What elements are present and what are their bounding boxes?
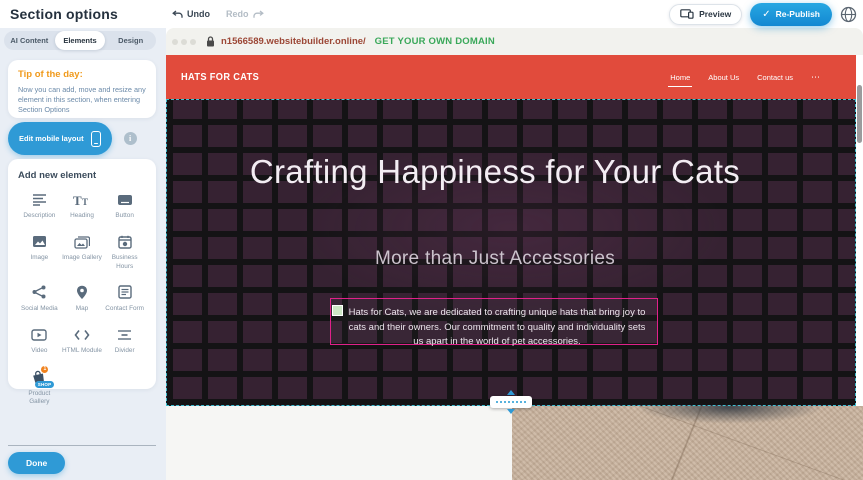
nav-contact-us[interactable]: Contact us — [757, 73, 793, 82]
element-item-image[interactable]: Image — [18, 233, 61, 271]
cat-photo-image — [512, 406, 863, 480]
textbox-drag-handle[interactable] — [332, 305, 343, 316]
image-icon — [32, 233, 47, 250]
mobile-layout-row: Edit mobile layout i — [8, 122, 137, 155]
sidebar-divider — [8, 445, 156, 446]
redo-icon — [253, 10, 264, 19]
preview-label: Preview — [699, 9, 731, 19]
resize-grip[interactable] — [490, 396, 532, 408]
social-media-icon — [32, 284, 46, 301]
sidebar-tabs: AI Content Elements Design — [4, 31, 156, 50]
svg-text:T: T — [82, 197, 88, 207]
done-button[interactable]: Done — [8, 452, 65, 474]
nav-home[interactable]: Home — [670, 73, 690, 82]
video-icon — [31, 326, 47, 343]
page-title: Section options — [10, 6, 118, 22]
element-item-heading[interactable]: TT Heading — [61, 191, 104, 220]
map-icon — [76, 284, 88, 301]
business-hours-icon — [118, 233, 132, 250]
section-resize-handle[interactable] — [490, 390, 532, 414]
element-item-contact-form[interactable]: Contact Form — [103, 284, 146, 313]
site-preview-frame: n1566589.websitebuilder.online/ GET YOUR… — [166, 28, 863, 480]
resize-arrow-down-icon — [507, 409, 515, 414]
element-item-divider[interactable]: Divider — [103, 326, 146, 355]
element-item-map[interactable]: Map — [61, 284, 104, 313]
tip-of-the-day-card: Tip of the day: Now you can add, move an… — [8, 60, 156, 118]
republish-label: Re-Publish — [776, 9, 820, 19]
undo-button[interactable]: Undo — [172, 9, 210, 19]
tab-design[interactable]: Design — [105, 31, 156, 50]
site-logo[interactable]: HATS FOR CATS — [181, 71, 259, 83]
tab-ai-content[interactable]: AI Content — [4, 31, 55, 50]
heading-icon: TT — [73, 191, 90, 208]
undo-redo-group: Undo Redo — [172, 0, 264, 28]
add-element-panel: Add new element Description TT Heading B… — [8, 159, 156, 389]
globe-icon[interactable] — [840, 6, 857, 23]
lock-icon — [206, 36, 215, 47]
site-header: HATS FOR CATS Home About Us Contact us ⋯ — [166, 55, 863, 99]
preview-scrollbar-thumb[interactable] — [857, 85, 862, 143]
nav-more-icon[interactable]: ⋯ — [811, 72, 821, 83]
element-item-description[interactable]: Description — [18, 191, 61, 220]
topbar: Section options Undo Redo Preview ✓ Re-P… — [0, 0, 863, 28]
hero-subtitle[interactable]: More than Just Accessories — [167, 248, 823, 270]
element-item-business-hours[interactable]: Business Hours — [103, 233, 146, 271]
sidebar: AI Content Elements Design Tip of the da… — [0, 28, 166, 480]
edit-mobile-layout-label: Edit mobile layout — [19, 134, 84, 143]
tip-title: Tip of the day: — [18, 69, 146, 80]
phone-icon — [91, 131, 101, 147]
element-item-video[interactable]: Video — [18, 326, 61, 355]
hero-description-textbox[interactable]: Hats for Cats, we are dedicated to craft… — [330, 298, 658, 345]
undo-icon — [172, 10, 183, 19]
preview-scrollbar-track[interactable] — [856, 55, 863, 406]
hero-description-text: Hats for Cats, we are dedicated to craft… — [349, 307, 646, 347]
resize-arrow-up-icon — [507, 390, 515, 395]
description-icon — [32, 191, 47, 208]
preview-button[interactable]: Preview — [669, 4, 742, 25]
shop-badge: SHOP — [35, 381, 55, 388]
next-section[interactable] — [166, 406, 863, 480]
hero-section-selected[interactable]: Crafting Happiness for Your Cats More th… — [166, 99, 856, 406]
element-item-html-module[interactable]: HTML Module — [61, 326, 104, 355]
window-dots-icon — [172, 39, 196, 45]
html-module-icon — [74, 326, 90, 343]
element-item-product-gallery[interactable]: 1 SHOP Product Gallery — [18, 369, 61, 407]
element-grid: Description TT Heading Button Image Imag… — [18, 191, 146, 406]
divider-icon — [117, 326, 132, 343]
product-gallery-icon: 1 SHOP — [32, 369, 46, 386]
add-element-title: Add new element — [18, 170, 146, 181]
edit-mobile-layout-button[interactable]: Edit mobile layout — [8, 122, 112, 155]
tip-body: Now you can add, move and resize any ele… — [18, 85, 146, 116]
image-gallery-icon — [74, 233, 90, 250]
contact-form-icon — [118, 284, 132, 301]
topbar-actions: Preview ✓ Re-Publish — [669, 0, 857, 28]
get-domain-link[interactable]: GET YOUR OWN DOMAIN — [375, 36, 495, 47]
browser-chrome: n1566589.websitebuilder.online/ GET YOUR… — [166, 28, 863, 55]
tab-elements[interactable]: Elements — [55, 31, 106, 50]
info-icon[interactable]: i — [124, 132, 137, 145]
element-item-social-media[interactable]: Social Media — [18, 284, 61, 313]
product-gallery-badge-icon: 1 — [40, 365, 49, 374]
republish-button[interactable]: ✓ Re-Publish — [750, 3, 832, 26]
site-nav: Home About Us Contact us ⋯ — [670, 55, 821, 99]
hero-title[interactable]: Crafting Happiness for Your Cats — [167, 150, 823, 194]
redo-label: Redo — [226, 9, 249, 19]
undo-label: Undo — [187, 9, 210, 19]
element-item-button[interactable]: Button — [103, 191, 146, 220]
button-icon — [117, 191, 133, 208]
element-item-image-gallery[interactable]: Image Gallery — [61, 233, 104, 271]
nav-about-us[interactable]: About Us — [708, 73, 739, 82]
check-icon: ✓ — [762, 9, 770, 20]
site-url: n1566589.websitebuilder.online/ — [221, 36, 366, 47]
redo-button[interactable]: Redo — [226, 9, 264, 19]
svg-text:T: T — [73, 193, 82, 207]
devices-icon — [680, 9, 694, 19]
